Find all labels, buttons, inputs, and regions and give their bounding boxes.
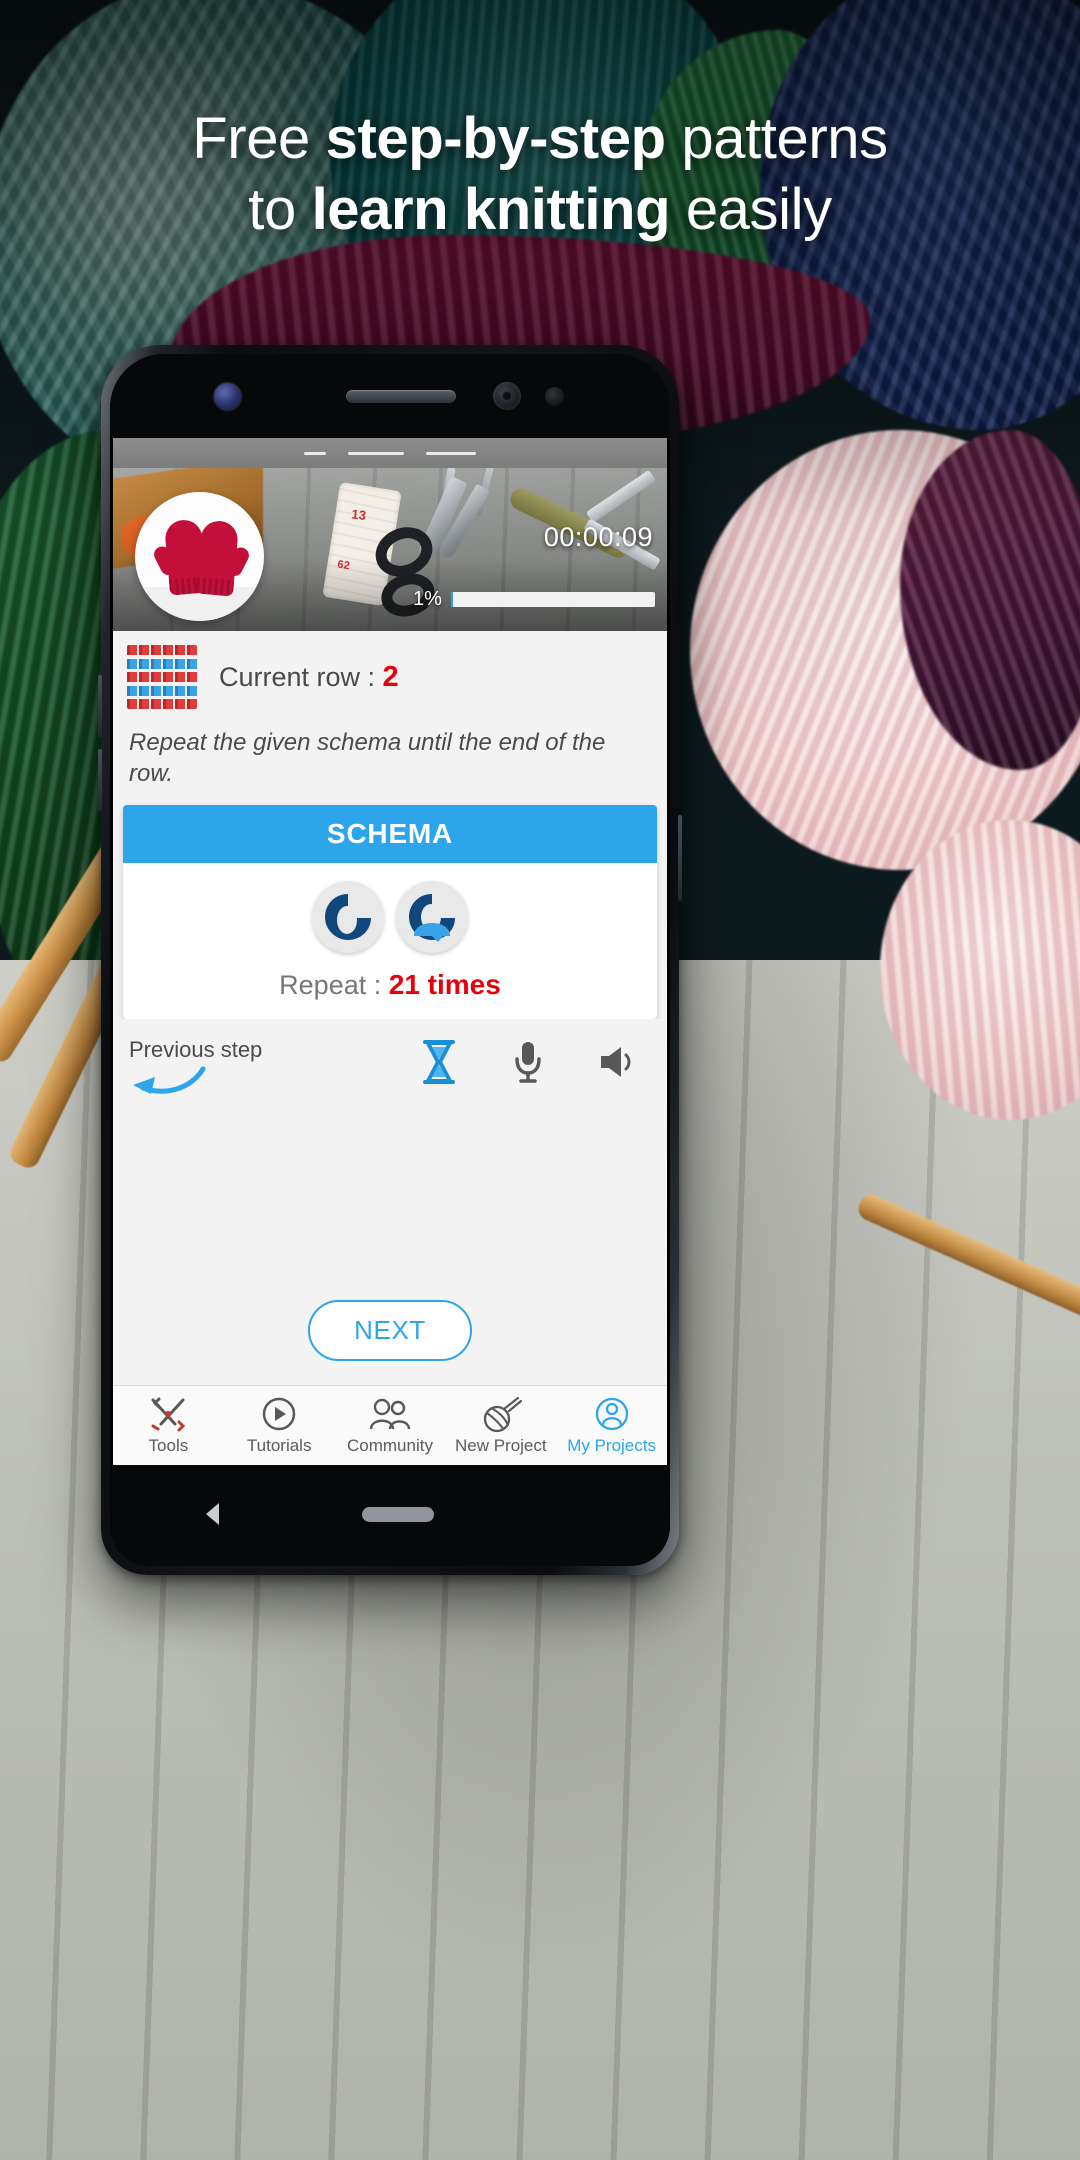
top-strip-dash-3 — [426, 451, 476, 455]
current-row-label: Current row : 2 — [219, 661, 399, 694]
video-timer: 00:00:09 — [543, 522, 653, 552]
yarn-ball-icon — [445, 1393, 556, 1435]
top-strip-dash-2 — [348, 451, 404, 455]
previous-step-label: Previous step — [129, 1037, 263, 1063]
volume-up-button[interactable] — [98, 675, 102, 737]
instruction-text: Repeat the given schema until the end of… — [113, 719, 667, 806]
tab-tutorials[interactable]: Tutorials — [224, 1393, 335, 1456]
schema-stitch-row — [123, 881, 657, 954]
tab-label-my-projects: My Projects — [567, 1436, 656, 1455]
person-circle-icon — [556, 1393, 667, 1435]
video-progress-fill — [450, 592, 453, 607]
iris-sensor-icon — [493, 382, 521, 410]
controls-row: Previous step — [113, 1019, 667, 1111]
proximity-sensor-icon — [545, 387, 564, 406]
headline-line-2: to learn knitting easily — [0, 175, 1080, 246]
schema-body: Repeat : 21 times — [123, 863, 657, 1019]
tab-my-projects[interactable]: My Projects — [556, 1393, 667, 1456]
tab-label-community: Community — [347, 1436, 433, 1455]
knit-stitch-icon[interactable] — [312, 881, 384, 954]
android-home-indicator[interactable] — [362, 1507, 434, 1522]
phone-bottom-bezel — [110, 1465, 670, 1566]
schema-repeat-value: 21 times — [388, 969, 501, 1001]
headline-line1-pre: Free — [192, 106, 326, 171]
headline-line1-post: patterns — [665, 106, 888, 171]
pattern-row-1 — [127, 645, 197, 655]
video-progress-percent: 1% — [413, 588, 442, 610]
headline-line2-pre: to — [248, 176, 312, 242]
play-circle-icon — [224, 1393, 335, 1435]
microphone-icon[interactable] — [511, 1039, 545, 1090]
hourglass-icon[interactable] — [419, 1039, 459, 1090]
pattern-row-5 — [127, 699, 197, 709]
front-camera-icon — [214, 383, 241, 410]
speaker-icon[interactable] — [597, 1042, 637, 1087]
tab-new-project[interactable]: New Project — [445, 1393, 556, 1456]
tab-community[interactable]: Community — [335, 1393, 446, 1456]
video-progress-bar[interactable] — [450, 592, 655, 607]
content-spacer — [113, 1110, 667, 1290]
next-button[interactable]: NEXT — [308, 1300, 472, 1361]
people-icon — [335, 1393, 446, 1435]
schema-section: SCHEMA Repeat: 21 times — [113, 805, 667, 1020]
schema-repeat-line: Repeat : 21 times — [123, 969, 657, 1001]
tab-label-tools: Tools — [148, 1436, 189, 1455]
volume-down-button[interactable] — [98, 749, 102, 811]
app-screen: 00:00:09 1% Current row : 2 — [113, 438, 667, 1465]
schema-title: SCHEMA — [123, 805, 657, 864]
schema-repeat-label: Repeat : — [279, 970, 389, 1001]
pattern-row-4 — [127, 685, 197, 696]
tutorial-video-player[interactable]: 00:00:09 1% — [113, 468, 667, 631]
earpiece-speaker — [346, 390, 456, 403]
promo-headline: Free step-by-step patterns to learn knit… — [0, 104, 1080, 246]
purl-stitch-icon[interactable] — [396, 881, 468, 954]
pattern-row-2 — [127, 658, 197, 669]
tab-tools[interactable]: Tools — [113, 1393, 224, 1456]
top-strip-dash-1 — [304, 451, 326, 455]
control-icons — [419, 1039, 651, 1090]
headline-line2-bold: learn knitting — [311, 176, 671, 242]
back-arrow-icon — [129, 1061, 262, 1102]
android-back-button[interactable] — [206, 1503, 219, 1525]
current-row-value: 2 — [382, 660, 399, 693]
knitting-pattern-icon — [127, 645, 197, 709]
headline-line-1: Free step-by-step patterns — [0, 104, 1080, 175]
phone-mockup: 00:00:09 1% Current row : 2 — [98, 345, 682, 1575]
tab-label-tutorials: Tutorials — [246, 1436, 312, 1455]
bottom-tab-bar: Tools Tutorials Community New Project My… — [113, 1385, 667, 1465]
previous-step-button[interactable]: Previous step — [129, 1037, 262, 1102]
app-top-strip — [113, 438, 667, 468]
mitten-right-icon — [195, 519, 240, 597]
project-thumbnail[interactable] — [135, 492, 264, 621]
phone-top-bezel — [110, 354, 670, 438]
headline-line1-bold: step-by-step — [325, 106, 666, 171]
current-row-section: Current row : 2 — [113, 631, 667, 719]
pattern-row-3 — [127, 672, 197, 682]
power-button[interactable] — [678, 815, 682, 901]
schema-card: SCHEMA Repeat: 21 times — [123, 805, 657, 1020]
next-button-area: NEXT — [113, 1290, 667, 1385]
current-row-text: Current row : — [219, 661, 383, 692]
video-progress-row[interactable]: 1% — [413, 588, 655, 611]
tab-label-new-project: New Project — [454, 1436, 547, 1455]
headline-line2-post: easily — [670, 176, 832, 242]
tools-icon — [113, 1393, 224, 1435]
